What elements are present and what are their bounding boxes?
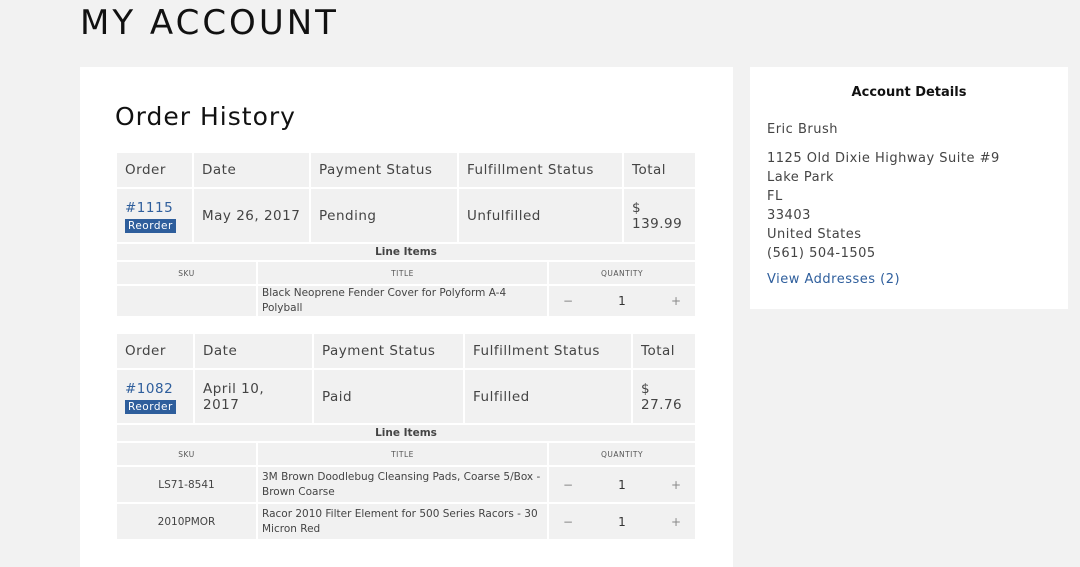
column-header-fulfillment-status: Fulfillment Status (459, 153, 622, 187)
list-item: Black Neoprene Fender Cover for Polyform… (117, 286, 695, 316)
order-table: Order Date Payment Status Fulfillment St… (115, 332, 697, 425)
column-header-total: Total (624, 153, 695, 187)
column-header-date: Date (195, 334, 312, 368)
quantity-value[interactable]: 1 (618, 478, 626, 492)
view-addresses-link[interactable]: View Addresses (2) (767, 272, 900, 287)
payment-status: Paid (314, 370, 463, 423)
line-item-sku (117, 286, 256, 316)
list-item: 2010PMOR Racor 2010 Filter Element for 5… (117, 504, 695, 539)
column-header-fulfillment-status: Fulfillment Status (465, 334, 631, 368)
line-items-label: Line Items (117, 425, 695, 441)
order-number-link[interactable]: #1115 (125, 200, 184, 216)
line-items-table: Line Items SKU TITLE QUANTITY Black Neop… (115, 242, 697, 318)
line-item-title: Racor 2010 Filter Element for 500 Series… (258, 504, 547, 539)
order-total: $ 139.99 (624, 189, 695, 242)
order-total: $ 27.76 (633, 370, 695, 423)
order-history-panel: Order History Order Date Payment Status … (80, 67, 733, 567)
table-row: #1115 Reorder May 26, 2017 Pending Unful… (117, 189, 695, 242)
column-header-payment-status: Payment Status (311, 153, 457, 187)
column-header-order: Order (117, 153, 192, 187)
line-item-title: 3M Brown Doodlebug Cleansing Pads, Coars… (258, 467, 547, 502)
order-table: Order Date Payment Status Fulfillment St… (115, 151, 697, 244)
address-line: 1125 Old Dixie Highway Suite #9 (767, 151, 1000, 166)
quantity-decrease-button[interactable]: − (561, 294, 575, 308)
quantity-stepper: − 1 + (549, 467, 695, 502)
quantity-increase-button[interactable]: + (669, 478, 683, 492)
address-state: FL (767, 189, 783, 204)
address-city: Lake Park (767, 170, 834, 185)
order-date: May 26, 2017 (194, 189, 309, 242)
line-item-header-quantity: QUANTITY (549, 443, 695, 465)
order-block: Order Date Payment Status Fulfillment St… (115, 332, 697, 541)
list-item: LS71-8541 3M Brown Doodlebug Cleansing P… (117, 467, 695, 502)
order-cell: #1082 Reorder (117, 370, 193, 423)
account-details-panel: Account Details Eric Brush 1125 Old Dixi… (750, 67, 1068, 309)
order-history-title: Order History (115, 102, 296, 131)
line-item-sku: LS71-8541 (117, 467, 256, 502)
account-details-title: Account Details (851, 85, 967, 100)
line-item-header-sku: SKU (117, 443, 256, 465)
column-header-date: Date (194, 153, 309, 187)
order-cell: #1115 Reorder (117, 189, 192, 242)
line-items-label: Line Items (117, 244, 695, 260)
quantity-increase-button[interactable]: + (669, 515, 683, 529)
quantity-value[interactable]: 1 (618, 294, 626, 308)
order-block: Order Date Payment Status Fulfillment St… (115, 151, 697, 318)
column-header-payment-status: Payment Status (314, 334, 463, 368)
line-items-table: Line Items SKU TITLE QUANTITY LS71-8541 … (115, 423, 697, 541)
line-item-header-quantity: QUANTITY (549, 262, 695, 284)
customer-name: Eric Brush (767, 122, 838, 137)
column-header-order: Order (117, 334, 193, 368)
payment-status: Pending (311, 189, 457, 242)
quantity-increase-button[interactable]: + (669, 294, 683, 308)
fulfillment-status: Unfulfilled (459, 189, 622, 242)
reorder-button[interactable]: Reorder (125, 400, 176, 414)
line-item-header-title: TITLE (258, 262, 547, 284)
address-country: United States (767, 227, 862, 242)
quantity-decrease-button[interactable]: − (561, 478, 575, 492)
line-item-header-title: TITLE (258, 443, 547, 465)
address-block: 1125 Old Dixie Highway Suite #9 Lake Par… (767, 149, 1000, 263)
fulfillment-status: Fulfilled (465, 370, 631, 423)
quantity-stepper: − 1 + (549, 286, 695, 316)
table-row: #1082 Reorder April 10, 2017 Paid Fulfil… (117, 370, 695, 423)
line-item-sku: 2010PMOR (117, 504, 256, 539)
column-header-total: Total (633, 334, 695, 368)
address-zip: 33403 (767, 208, 811, 223)
address-phone: (561) 504-1505 (767, 246, 876, 261)
quantity-stepper: − 1 + (549, 504, 695, 539)
line-item-header-sku: SKU (117, 262, 256, 284)
quantity-decrease-button[interactable]: − (561, 515, 575, 529)
quantity-value[interactable]: 1 (618, 515, 626, 529)
page-title: MY ACCOUNT (80, 3, 339, 43)
order-number-link[interactable]: #1082 (125, 381, 185, 397)
reorder-button[interactable]: Reorder (125, 219, 176, 233)
order-date: April 10, 2017 (195, 370, 312, 423)
line-item-title: Black Neoprene Fender Cover for Polyform… (258, 286, 547, 316)
